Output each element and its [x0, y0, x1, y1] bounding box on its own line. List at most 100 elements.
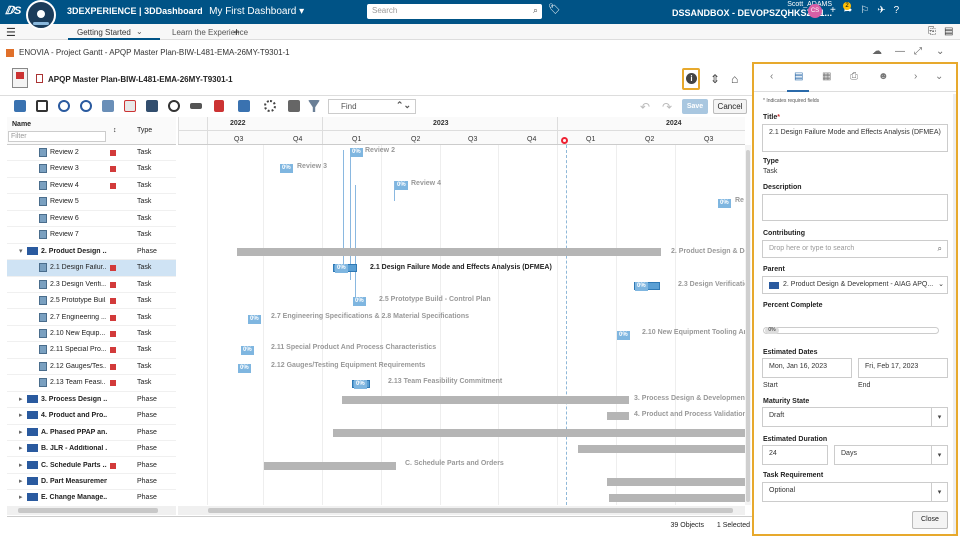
timeline-icon[interactable] — [102, 100, 114, 112]
row-name[interactable]: 2.12 Gauges/Tes... — [50, 363, 106, 370]
phase-bar[interactable] — [607, 478, 745, 486]
task-percent[interactable]: 0% — [353, 297, 366, 307]
table-row[interactable]: ▸ D. Part Measurement Phase — [7, 474, 176, 491]
row-name[interactable]: 2.3 Design Verifi... — [50, 281, 106, 288]
parent-field[interactable]: 2. Product Design & Development - AIAG A… — [762, 276, 948, 294]
redo-icon[interactable]: ↷ — [662, 100, 672, 114]
table-row[interactable]: Review 3 Task — [7, 161, 176, 178]
info-icon[interactable]: i — [686, 73, 697, 84]
export-icon[interactable] — [238, 100, 250, 112]
duration-field[interactable]: 24 — [762, 445, 828, 465]
table-row[interactable]: ▸ 4. Product and Pro... Phase — [7, 408, 176, 425]
close-button[interactable]: Close — [912, 511, 948, 529]
row-name[interactable]: Review 4 — [50, 182, 106, 189]
task-percent[interactable]: 0% — [280, 164, 293, 174]
find-input[interactable]: Find ⌃⌄ — [328, 99, 416, 114]
expand-icon[interactable]: ⤢ — [914, 46, 922, 57]
members-tab-icon[interactable]: ☻ — [878, 71, 889, 82]
table-row[interactable]: 2.12 Gauges/Tes... Task — [7, 359, 176, 376]
row-name[interactable]: Review 7 — [50, 231, 106, 238]
table-row[interactable]: 2.7 Engineering ... Task — [7, 310, 176, 326]
fit-icon[interactable] — [36, 100, 48, 112]
tab-getting-started[interactable]: Getting Started — [77, 28, 131, 37]
chevron-down-icon[interactable]: ▾ — [299, 6, 304, 17]
chevron-down-icon[interactable]: ▾ — [931, 483, 947, 501]
today-marker-icon[interactable] — [561, 137, 568, 144]
table-row[interactable]: ▸ 3. Process Design ... Phase — [7, 392, 176, 409]
cancel-button[interactable]: Cancel — [713, 99, 747, 114]
calendar-icon[interactable] — [124, 100, 136, 112]
row-name[interactable]: C. Schedule Parts ... — [41, 462, 107, 469]
progress-icon[interactable] — [190, 103, 202, 109]
percent-value[interactable]: 0% — [765, 327, 779, 334]
chevron-left-icon[interactable]: ‹ — [770, 71, 773, 82]
task-percent[interactable]: 0% — [238, 363, 251, 373]
phase-bar[interactable] — [342, 395, 629, 404]
split-view-icon[interactable]: ⇕ — [710, 72, 720, 86]
chat-icon[interactable]: ▤ — [944, 26, 953, 37]
task-percent[interactable]: 0% — [248, 314, 261, 324]
apps-icon[interactable]: ✈ — [877, 5, 893, 16]
expand-icon[interactable]: ▸ — [19, 493, 23, 501]
row-name[interactable]: 2.1 Design Failur... — [50, 264, 106, 271]
percent-complete-bar[interactable]: 0% — [763, 327, 939, 334]
description-field[interactable] — [762, 194, 948, 221]
share-icon[interactable]: ⎘ — [928, 26, 936, 37]
column-type[interactable]: Type — [137, 127, 152, 134]
table-row[interactable]: 2.11 Special Pro... Task — [7, 342, 176, 359]
phase-bar[interactable] — [333, 428, 745, 437]
sort-icon[interactable] — [214, 100, 224, 112]
search-icon[interactable]: ⌕ — [533, 5, 538, 16]
table-row[interactable]: Review 5 Task — [7, 194, 176, 211]
help-icon[interactable]: ? — [894, 5, 908, 16]
expand-icon[interactable]: ▸ — [19, 428, 23, 436]
row-name[interactable]: 2.11 Special Pro... — [50, 346, 106, 353]
baseline-icon[interactable] — [168, 100, 180, 112]
row-name[interactable]: A. Phased PPAP an... — [41, 429, 107, 436]
undo-icon[interactable]: ↶ — [640, 100, 650, 114]
row-name[interactable]: 2.7 Engineering ... — [50, 314, 106, 321]
phase-bar[interactable] — [578, 445, 745, 454]
critical-path-icon[interactable] — [146, 100, 158, 112]
task-percent[interactable]: 0% — [395, 180, 408, 190]
table-row[interactable]: ▸ E. Change Manage... Phase — [7, 490, 176, 507]
table-row[interactable]: ▸ C. Schedule Parts ... Phase — [7, 458, 176, 474]
chevron-down-icon[interactable]: ▾ — [931, 446, 947, 464]
start-date-field[interactable]: Mon, Jan 16, 2023 — [762, 358, 852, 378]
task-percent[interactable]: 0% — [635, 281, 648, 291]
task-percent[interactable]: 0% — [241, 346, 254, 356]
table-row[interactable]: ▸ B. JLR - Additional ... Phase — [7, 441, 176, 458]
plus-icon[interactable]: + — [830, 5, 844, 16]
row-name[interactable]: 4. Product and Pro... — [41, 412, 107, 419]
info-button[interactable]: i — [682, 68, 700, 90]
table-row[interactable]: ▸ A. Phased PPAP an... Phase — [7, 425, 176, 442]
phase-bar[interactable] — [264, 461, 396, 470]
add-tab-icon[interactable]: + — [233, 25, 240, 39]
chevron-down-icon[interactable]: ⌄ — [936, 46, 944, 57]
task-percent[interactable]: 0% — [354, 380, 367, 390]
chevron-right-icon[interactable]: › — [914, 71, 917, 82]
table-row[interactable]: 2.13 Team Feasi... Task — [7, 375, 176, 392]
dashboard-name[interactable]: My First Dashboard — [209, 6, 296, 17]
column-name[interactable]: Name — [12, 121, 31, 128]
end-date-field[interactable]: Fri, Feb 17, 2023 — [858, 358, 948, 378]
table-row[interactable]: Review 4 Task — [7, 178, 176, 195]
row-name[interactable]: Review 2 — [50, 149, 106, 156]
phase-bar[interactable] — [237, 247, 661, 256]
menu-icon[interactable]: ☰ — [6, 26, 16, 39]
filter-input[interactable]: Filter — [8, 131, 106, 142]
table-row[interactable]: ▾ 2. Product Design ... Phase — [7, 244, 176, 261]
contributing-field[interactable]: Drop here or type to search ⌕ — [762, 240, 948, 258]
zoom-in-icon[interactable] — [58, 100, 70, 112]
table-row[interactable]: Review 7 Task — [7, 227, 176, 244]
avatar[interactable]: CS — [808, 4, 822, 18]
sort-icon[interactable]: ↕ — [113, 127, 117, 134]
phase-bar[interactable] — [609, 494, 745, 503]
row-name[interactable]: 2.13 Team Feasi... — [50, 379, 106, 386]
find-nav-icon[interactable]: ⌃⌄ — [396, 100, 411, 111]
table-row[interactable]: 2.5 Prototype Buil... Task — [7, 293, 176, 310]
task-percent[interactable]: 0% — [617, 330, 630, 340]
task-percent[interactable]: 0% — [335, 264, 348, 274]
expand-icon[interactable]: ▸ — [19, 461, 23, 469]
table-row[interactable]: 2.1 Design Failur... Task — [7, 260, 176, 277]
